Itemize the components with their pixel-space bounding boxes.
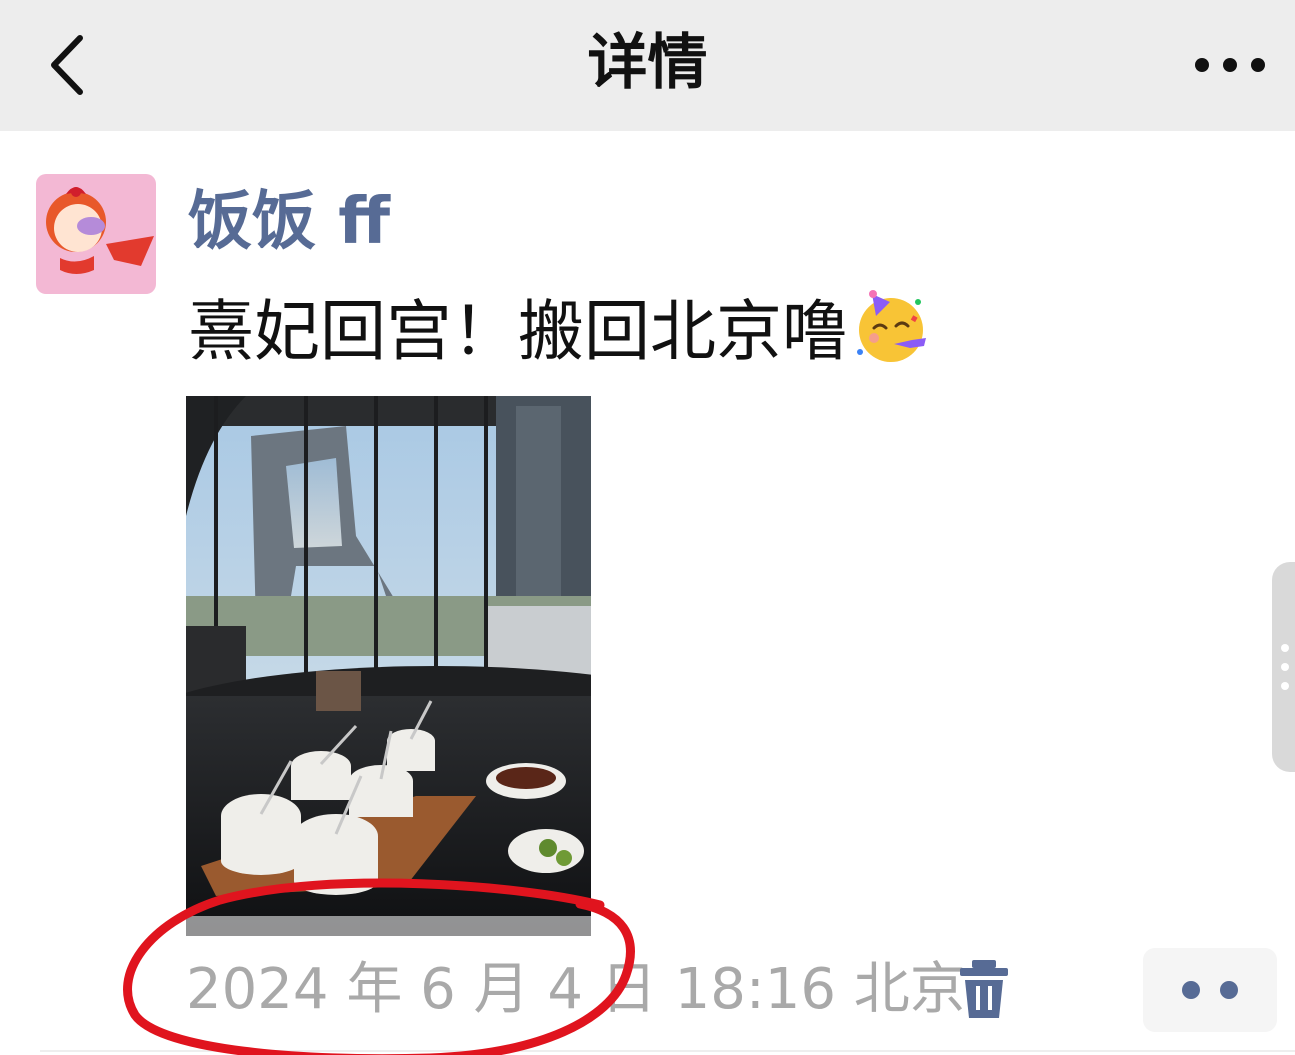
post-meta: 2024 年 6 月 4 日 18:16 北京 xyxy=(186,955,966,1025)
avatar[interactable] xyxy=(36,174,156,294)
post-timestamp: 2024 年 6 月 4 日 18:16 xyxy=(186,957,836,1022)
photo-thumbnail xyxy=(186,396,591,936)
two-dots-icon xyxy=(1182,981,1238,999)
grip-dots-icon xyxy=(1281,644,1289,690)
trash-icon[interactable] xyxy=(958,960,1010,1020)
post-text: 熹妃回宫！搬回北京噜 xyxy=(188,293,848,370)
comment-like-button[interactable] xyxy=(1143,948,1277,1032)
post-photo[interactable] xyxy=(186,396,591,936)
partying-face-icon xyxy=(857,290,926,362)
divider xyxy=(40,1050,1295,1052)
more-dots-icon[interactable] xyxy=(1190,50,1270,80)
post-location[interactable]: 北京 xyxy=(854,957,966,1022)
side-scroll-handle[interactable] xyxy=(1272,562,1295,772)
post-content: 熹妃回宫！搬回北京噜 xyxy=(188,288,930,374)
username[interactable]: 饭饭 ff xyxy=(188,180,390,264)
navigation-bar: 详情 xyxy=(0,0,1295,131)
page-title: 详情 xyxy=(587,28,708,98)
powerpuff-avatar-icon xyxy=(36,174,156,294)
